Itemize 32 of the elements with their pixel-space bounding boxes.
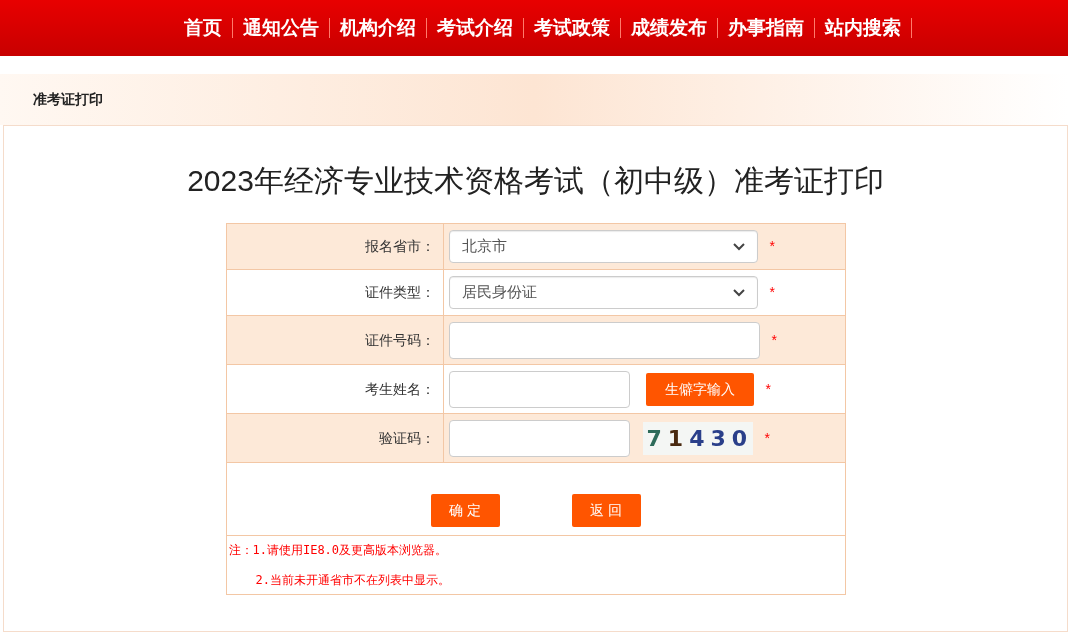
nav-link[interactable]: 考试介绍 xyxy=(427,13,523,43)
nav-link[interactable]: 机构介绍 xyxy=(330,13,426,43)
confirm-button[interactable]: 确 定 xyxy=(430,494,500,527)
required-asterisk: * xyxy=(769,237,775,256)
nav-link[interactable]: 通知公告 xyxy=(233,13,329,43)
back-button[interactable]: 返 回 xyxy=(571,494,641,527)
dropdown-select[interactable]: 居民身份证 xyxy=(448,276,758,309)
form-label: 验证码： xyxy=(378,428,435,448)
chevron-down-icon xyxy=(732,288,745,297)
page-title: 2023年经济专业技术资格考试（初中级）准考证打印 xyxy=(187,163,884,199)
rare-character-input-button[interactable]: 生僻字输入 xyxy=(645,372,754,406)
nav-link[interactable]: 站内搜索 xyxy=(815,13,911,43)
input-field[interactable] xyxy=(448,321,760,359)
form-label: 证件类型： xyxy=(364,283,435,302)
nav-link[interactable]: 成绩发布 xyxy=(621,13,717,43)
required-asterisk: * xyxy=(771,330,777,350)
note-text: 注：1.请使用IE8.0及更高版本浏览器。 xyxy=(228,542,449,559)
nav-link[interactable]: 办事指南 xyxy=(718,13,814,43)
chevron-down-icon xyxy=(732,242,745,251)
input-field[interactable] xyxy=(448,370,630,408)
required-asterisk: * xyxy=(765,379,771,399)
form-label: 考生姓名： xyxy=(364,379,435,399)
input-field[interactable] xyxy=(448,419,630,457)
nav-link[interactable]: 首页 xyxy=(174,13,232,43)
dropdown-select[interactable]: 北京市 xyxy=(448,230,758,263)
required-asterisk: * xyxy=(764,428,770,448)
breadcrumb-text: 准考证打印 xyxy=(33,90,103,109)
form-label: 证件号码： xyxy=(364,330,435,350)
required-asterisk: * xyxy=(769,283,775,302)
note-text: 2.当前未开通省市不在列表中显示。 xyxy=(254,572,451,589)
nav-link[interactable]: 考试政策 xyxy=(524,13,620,43)
form-label: 报名省市： xyxy=(364,237,435,256)
